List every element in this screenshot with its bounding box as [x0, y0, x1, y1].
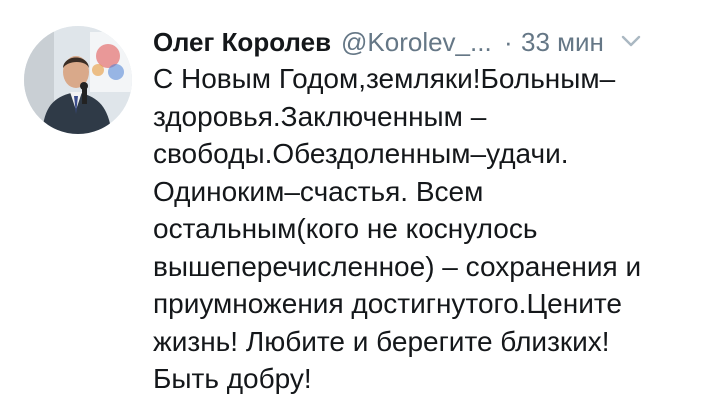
tweet-text-line: вышеперечисленное) – сохранения и: [153, 250, 642, 282]
tweet-card: Олег Королев @Korolev_... · 33 мин С Нов…: [0, 0, 720, 412]
tweet-header: Олег Королев @Korolev_... · 33 мин: [153, 22, 708, 62]
tweet-text-line: жизнь! Любите и берегите близких!: [153, 325, 610, 357]
tweet-text: С Новым Годом,земляки!Больным– здоровья.…: [153, 60, 693, 398]
tweet-text-line: Одиноким–счастья. Всем: [153, 175, 484, 207]
author-handle[interactable]: @Korolev_...: [341, 25, 492, 59]
avatar[interactable]: [24, 26, 132, 134]
separator-dot: ·: [504, 27, 513, 57]
timestamp[interactable]: 33 мин: [521, 25, 604, 59]
tweet-text-line: остальным(кого не коснулось: [153, 213, 538, 244]
tweet-text-line: С Новым Годом,земляки!Больным–: [153, 63, 616, 94]
author-name[interactable]: Олег Королев: [153, 25, 331, 59]
tweet-text-line: приумножения достигнутого.Цените: [153, 288, 622, 319]
tweet-text-line: здоровья.Заключенным –: [153, 100, 487, 132]
profile-photo-icon: [24, 26, 132, 134]
tweet-text-line: Быть добру!: [153, 363, 312, 394]
chevron-down-icon[interactable]: [620, 33, 642, 49]
tweet-text-line: свободы.Обездоленным–удачи.: [153, 138, 569, 169]
